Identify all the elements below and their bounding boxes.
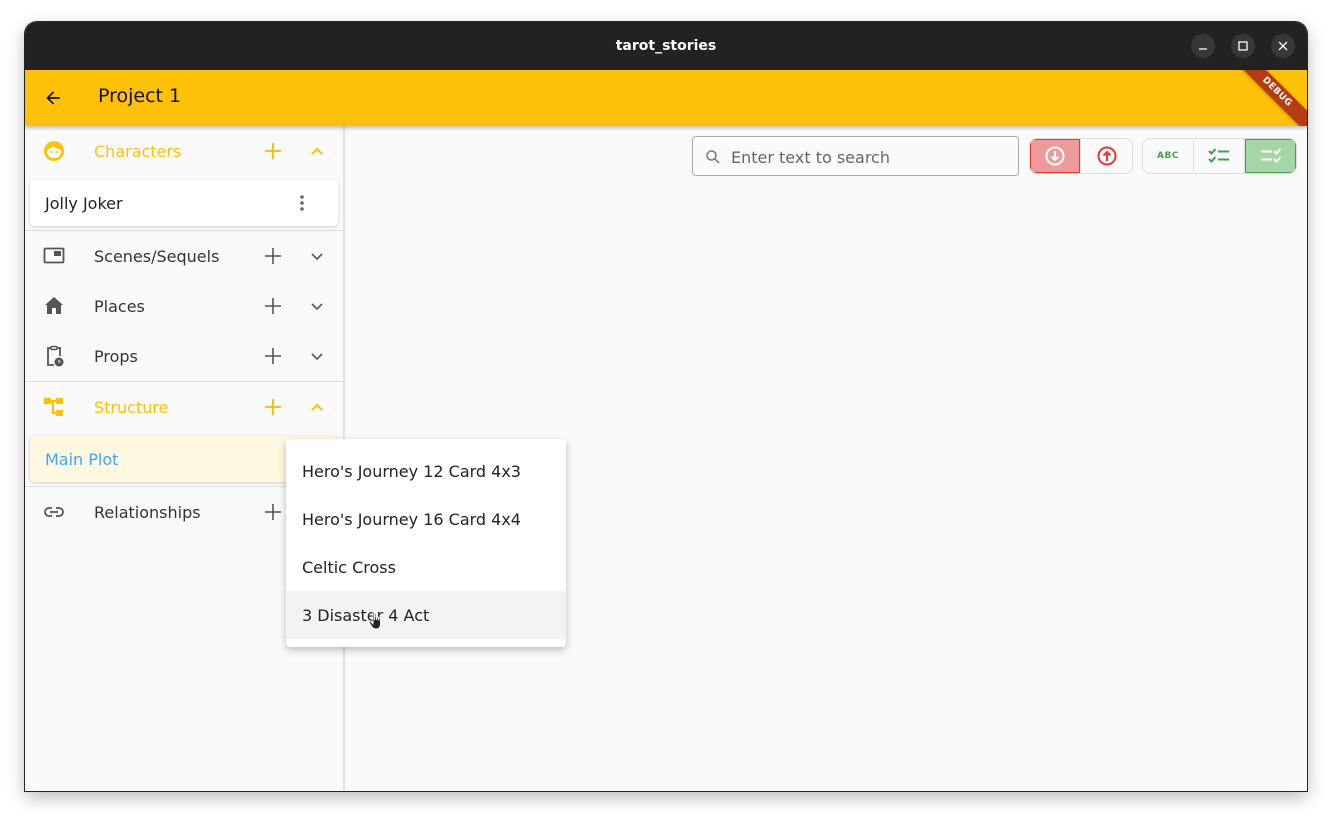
sidebar-section-structure[interactable]: Structure <box>25 382 343 432</box>
app-window: tarot_stories Project 1 DEBUG Characters <box>25 22 1307 791</box>
add-relationship-button[interactable] <box>261 500 285 524</box>
link-icon <box>42 500 66 524</box>
add-character-button[interactable] <box>261 139 285 163</box>
plus-icon <box>265 504 281 520</box>
maximize-icon <box>1238 41 1248 51</box>
expand-places-button[interactable] <box>305 294 329 318</box>
sidebar-section-places[interactable]: Places <box>25 281 343 331</box>
collapse-structure-button[interactable] <box>305 395 329 419</box>
menu-item[interactable]: Hero's Journey 12 Card 4x3 <box>286 447 566 495</box>
chevron-up-icon <box>311 147 323 155</box>
checklist-icon <box>1208 148 1229 163</box>
sidebar-section-scenes[interactable]: Scenes/Sequels <box>25 231 343 281</box>
minimize-button[interactable] <box>1191 34 1215 58</box>
arrow-circle-down-icon <box>1045 146 1065 166</box>
menu-item[interactable]: Hero's Journey 16 Card 4x4 <box>286 495 566 543</box>
debug-banner: DEBUG <box>1228 70 1307 126</box>
app-bar: Project 1 DEBUG <box>25 70 1307 126</box>
view-checklist-rtl-button[interactable] <box>1245 139 1296 173</box>
search-icon <box>706 150 720 164</box>
plus-icon <box>265 143 281 159</box>
checklist-rtl-icon <box>1260 148 1281 163</box>
sort-descending-button[interactable] <box>1030 139 1081 173</box>
expand-props-button[interactable] <box>305 344 329 368</box>
sidebar-section-characters[interactable]: Characters <box>25 126 343 176</box>
more-vert-icon <box>300 195 304 211</box>
add-prop-button[interactable] <box>261 344 285 368</box>
section-label: Props <box>94 346 138 366</box>
clipboard-clock-icon <box>42 344 66 368</box>
chevron-down-icon <box>311 303 323 311</box>
maximize-button[interactable] <box>1231 34 1255 58</box>
more-options-button[interactable] <box>290 191 314 215</box>
back-button[interactable] <box>39 84 67 112</box>
sort-ascending-button[interactable] <box>1081 139 1132 173</box>
face-icon <box>42 139 66 163</box>
character-name: Jolly Joker <box>45 193 123 213</box>
sidebar-section-props[interactable]: Props <box>25 331 343 381</box>
menu-item[interactable]: Celtic Cross <box>286 543 566 591</box>
collapse-characters-button[interactable] <box>305 139 329 163</box>
sort-toggle-group <box>1029 138 1133 174</box>
scene-icon <box>42 244 66 268</box>
arrow-back-icon <box>46 91 60 105</box>
chevron-down-icon <box>311 253 323 261</box>
view-checklist-button[interactable] <box>1194 139 1245 173</box>
add-scene-button[interactable] <box>261 244 285 268</box>
add-place-button[interactable] <box>261 294 285 318</box>
arrow-circle-up-icon <box>1097 146 1116 166</box>
search-input[interactable] <box>731 145 1011 169</box>
plus-icon <box>265 399 281 415</box>
chevron-down-icon <box>311 353 323 361</box>
home-icon <box>42 294 66 318</box>
view-abc-button[interactable]: ABC <box>1143 139 1194 173</box>
title-bar: tarot_stories <box>25 22 1307 70</box>
expand-scenes-button[interactable] <box>305 244 329 268</box>
section-label: Relationships <box>94 502 201 522</box>
minimize-icon <box>1199 48 1207 50</box>
view-toggle-group: ABC <box>1142 138 1297 174</box>
section-label: Places <box>94 296 145 316</box>
search-field[interactable] <box>692 136 1019 176</box>
hand-cursor-icon <box>368 611 384 635</box>
section-label: Scenes/Sequels <box>94 246 220 266</box>
structure-icon <box>42 395 66 419</box>
section-label: Structure <box>94 397 169 417</box>
section-label: Characters <box>94 141 182 161</box>
menu-item[interactable]: 3 Disaster 4 Act <box>286 591 566 639</box>
close-icon <box>1278 41 1288 51</box>
structure-name: Main Plot <box>45 449 119 469</box>
window-title: tarot_stories <box>615 38 717 54</box>
chevron-up-icon <box>311 403 323 411</box>
plus-icon <box>265 348 281 364</box>
add-structure-button[interactable] <box>261 395 285 419</box>
page-title: Project 1 <box>98 85 182 107</box>
structure-template-menu: Hero's Journey 12 Card 4x3 Hero's Journe… <box>286 439 566 647</box>
plus-icon <box>265 298 281 314</box>
plus-icon <box>265 248 281 264</box>
list-item-character[interactable]: Jolly Joker <box>30 180 338 226</box>
abc-icon: ABC <box>1157 151 1179 161</box>
close-button[interactable] <box>1271 34 1295 58</box>
